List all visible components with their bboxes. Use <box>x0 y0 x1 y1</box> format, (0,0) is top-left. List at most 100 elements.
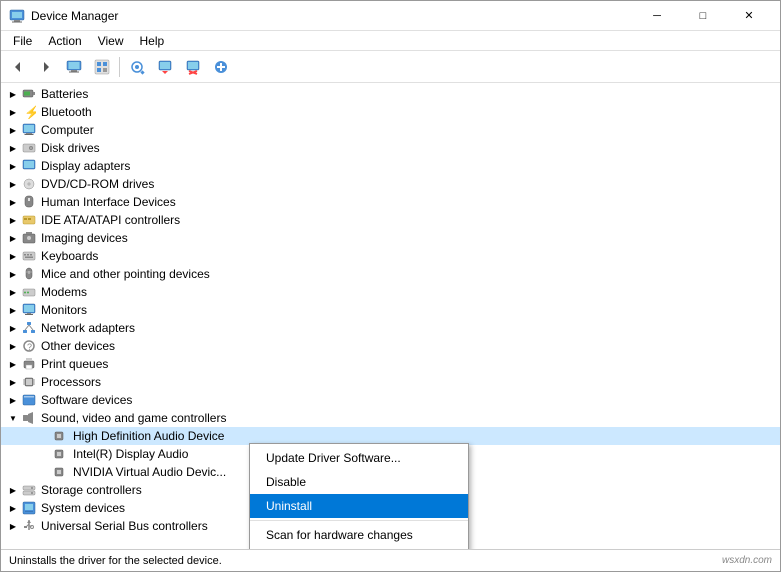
expand-keyboards[interactable] <box>5 248 21 264</box>
device-manager-icon-button[interactable] <box>89 54 115 80</box>
expand-network[interactable] <box>5 320 21 336</box>
mouse-icon <box>21 266 37 282</box>
menu-action[interactable]: Action <box>40 32 89 50</box>
tree-item-ide[interactable]: IDE ATA/ATAPI controllers <box>1 211 780 229</box>
tree-item-print[interactable]: Print queues <box>1 355 780 373</box>
hid-icon <box>21 194 37 210</box>
expand-monitors[interactable] <box>5 302 21 318</box>
expand-sound[interactable] <box>5 410 21 426</box>
expand-computer[interactable] <box>5 122 21 138</box>
expand-disk[interactable] <box>5 140 21 156</box>
tree-item-disk-drives[interactable]: Disk drives <box>1 139 780 157</box>
menu-bar: File Action View Help <box>1 31 780 51</box>
software-label: Software devices <box>41 393 780 407</box>
computer-properties-button[interactable] <box>61 54 87 80</box>
watermark: wsxdn.com <box>722 555 772 566</box>
ide-icon <box>21 212 37 228</box>
expand-processors[interactable] <box>5 374 21 390</box>
title-bar: Device Manager ─ □ ✕ <box>1 1 780 31</box>
bluetooth-label: Bluetooth <box>41 105 780 119</box>
expand-mice[interactable] <box>5 266 21 282</box>
tree-item-monitors[interactable]: Monitors <box>1 301 780 319</box>
tree-item-dvd[interactable]: DVD/CD-ROM drives <box>1 175 780 193</box>
expand-dvd[interactable] <box>5 176 21 192</box>
tree-item-batteries[interactable]: Batteries <box>1 85 780 103</box>
expand-display[interactable] <box>5 158 21 174</box>
tree-item-imaging[interactable]: Imaging devices <box>1 229 780 247</box>
expand-storage[interactable] <box>5 482 21 498</box>
device-manager-window: Device Manager ─ □ ✕ File Action View He… <box>0 0 781 572</box>
imaging-label: Imaging devices <box>41 231 780 245</box>
menu-view[interactable]: View <box>90 32 132 50</box>
expand-imaging[interactable] <box>5 230 21 246</box>
tree-item-computer[interactable]: Computer <box>1 121 780 139</box>
window-title: Device Manager <box>31 9 634 23</box>
hd-audio-label: High Definition Audio Device <box>73 429 780 443</box>
expand-software[interactable] <box>5 392 21 408</box>
ctx-uninstall[interactable]: Uninstall <box>250 494 468 518</box>
scan-changes-button[interactable] <box>124 54 150 80</box>
tree-item-bluetooth[interactable]: ⚡ Bluetooth <box>1 103 780 121</box>
keyboards-label: Keyboards <box>41 249 780 263</box>
tree-item-sound[interactable]: Sound, video and game controllers <box>1 409 780 427</box>
expand-hd-audio <box>37 428 53 444</box>
uninstall-button[interactable] <box>180 54 206 80</box>
svg-text:⚡: ⚡ <box>24 105 36 119</box>
close-button[interactable]: ✕ <box>726 1 772 31</box>
content-area: Batteries ⚡ Bluetooth Computer <box>1 83 780 549</box>
expand-system[interactable] <box>5 500 21 516</box>
expand-ide[interactable] <box>5 212 21 228</box>
display-adapters-label: Display adapters <box>41 159 780 173</box>
expand-batteries[interactable] <box>5 86 21 102</box>
svg-text:?: ? <box>27 342 32 352</box>
expand-bluetooth[interactable] <box>5 104 21 120</box>
processors-label: Processors <box>41 375 780 389</box>
toolbar <box>1 51 780 83</box>
network-icon <box>21 320 37 336</box>
dvd-icon <box>21 176 37 192</box>
tree-item-other[interactable]: ? Other devices <box>1 337 780 355</box>
ctx-update-driver[interactable]: Update Driver Software... <box>250 446 468 470</box>
toolbar-separator-1 <box>119 57 120 77</box>
tree-item-processors[interactable]: Processors <box>1 373 780 391</box>
expand-modems[interactable] <box>5 284 21 300</box>
nvidia-audio-icon <box>53 464 69 480</box>
mice-label: Mice and other pointing devices <box>41 267 780 281</box>
ide-label: IDE ATA/ATAPI controllers <box>41 213 780 227</box>
tree-item-software[interactable]: Software devices <box>1 391 780 409</box>
dvd-label: DVD/CD-ROM drives <box>41 177 780 191</box>
back-button[interactable] <box>5 54 31 80</box>
expand-other[interactable] <box>5 338 21 354</box>
modem-icon <box>21 284 37 300</box>
tree-item-network[interactable]: Network adapters <box>1 319 780 337</box>
expand-print[interactable] <box>5 356 21 372</box>
imaging-icon <box>21 230 37 246</box>
minimize-button[interactable]: ─ <box>634 1 680 31</box>
window-controls: ─ □ ✕ <box>634 1 772 31</box>
tree-item-hid[interactable]: Human Interface Devices <box>1 193 780 211</box>
tree-item-display-adapters[interactable]: Display adapters <box>1 157 780 175</box>
add-hardware-button[interactable] <box>208 54 234 80</box>
network-label: Network adapters <box>41 321 780 335</box>
sound-label: Sound, video and game controllers <box>41 411 780 425</box>
forward-button[interactable] <box>33 54 59 80</box>
computer-label: Computer <box>41 123 780 137</box>
menu-file[interactable]: File <box>5 32 40 50</box>
tree-item-keyboards[interactable]: Keyboards <box>1 247 780 265</box>
hid-label: Human Interface Devices <box>41 195 780 209</box>
print-label: Print queues <box>41 357 780 371</box>
update-driver-button[interactable] <box>152 54 178 80</box>
expand-hid[interactable] <box>5 194 21 210</box>
device-tree[interactable]: Batteries ⚡ Bluetooth Computer <box>1 83 780 549</box>
expand-usb[interactable] <box>5 518 21 534</box>
tree-item-mice[interactable]: Mice and other pointing devices <box>1 265 780 283</box>
bluetooth-icon: ⚡ <box>21 104 37 120</box>
maximize-button[interactable]: □ <box>680 1 726 31</box>
ctx-disable[interactable]: Disable <box>250 470 468 494</box>
monitors-label: Monitors <box>41 303 780 317</box>
ctx-scan[interactable]: Scan for hardware changes <box>250 523 468 547</box>
disk-icon <box>21 140 37 156</box>
app-icon <box>9 8 25 24</box>
menu-help[interactable]: Help <box>132 32 173 50</box>
tree-item-modems[interactable]: Modems <box>1 283 780 301</box>
